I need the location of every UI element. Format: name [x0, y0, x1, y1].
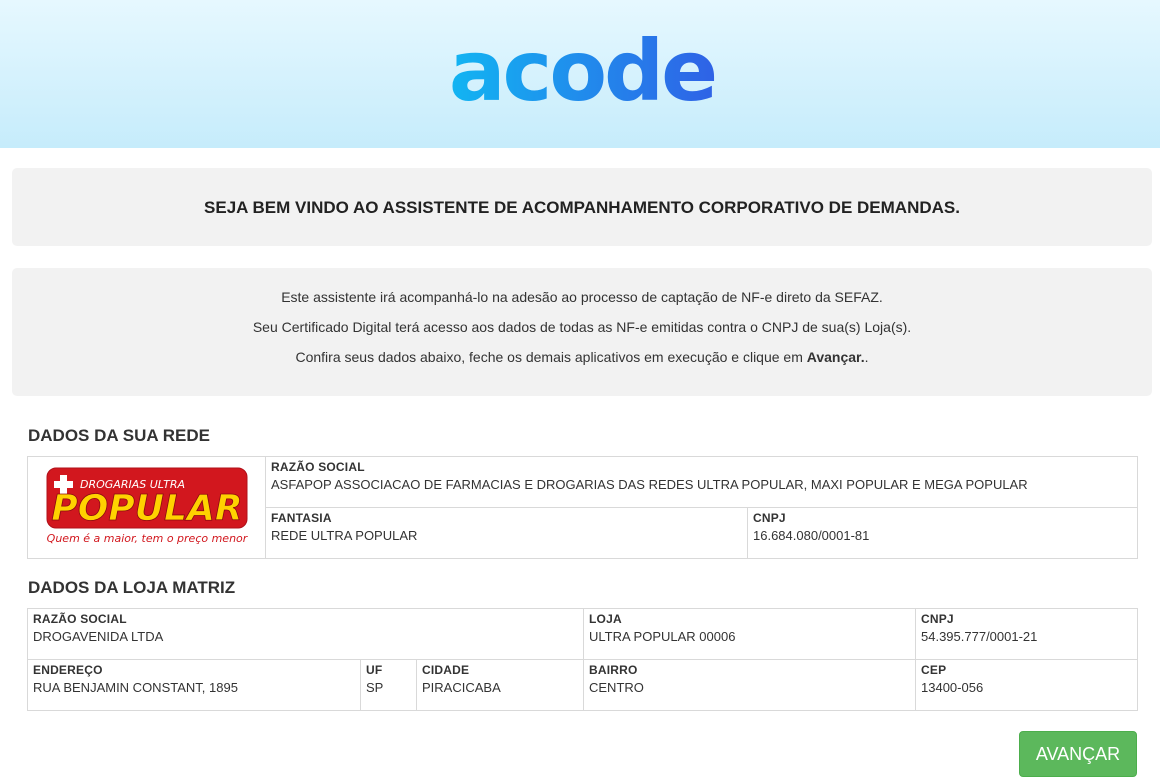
matriz-bairro-label: BAIRRO	[589, 663, 638, 677]
matriz-section-title: DADOS DA LOJA MATRIZ	[28, 578, 236, 597]
matriz-cep-label: CEP	[921, 663, 947, 677]
matriz-loja-label: LOJA	[589, 612, 622, 626]
avancar-button[interactable]: AVANÇAR	[1019, 731, 1137, 777]
rede-cnpj-cell: CNPJ 16.684.080/0001-81	[747, 507, 1138, 559]
rede-razao-social-cell: RAZÃO SOCIAL ASFAPOP ASSOCIACAO DE FARMA…	[265, 456, 1138, 508]
rede-logo-cell: DROGARIAS ULTRA POPULAR Quem é a maior, …	[27, 456, 266, 559]
logo-text: acode	[449, 34, 715, 114]
matriz-cnpj-label: CNPJ	[921, 612, 954, 626]
matriz-uf-cell: UF SP	[360, 659, 417, 711]
matriz-cep-value: 13400-056	[921, 680, 984, 695]
info-line-3-text: Confira seus dados abaixo, feche os dema…	[295, 349, 807, 365]
matriz-uf-label: UF	[366, 663, 383, 677]
matriz-endereco-cell: ENDEREÇO RUA BENJAMIN CONSTANT, 1895	[27, 659, 361, 711]
matriz-cidade-label: CIDADE	[422, 663, 470, 677]
matriz-loja-cell: LOJA ULTRA POPULAR 00006	[583, 608, 916, 660]
matriz-bairro-value: CENTRO	[589, 680, 644, 695]
rede-fantasia-cell: FANTASIA REDE ULTRA POPULAR	[265, 507, 748, 559]
matriz-razao-social-value: DROGAVENIDA LTDA	[33, 629, 164, 644]
welcome-panel: SEJA BEM VINDO AO ASSISTENTE DE ACOMPANH…	[12, 168, 1152, 246]
rede-table: DROGARIAS ULTRA POPULAR Quem é a maior, …	[27, 456, 1138, 559]
info-line-1: Este assistente irá acompanhá-lo na ades…	[281, 289, 883, 305]
rede-fantasia-label: FANTASIA	[271, 511, 332, 525]
matriz-cnpj-cell: CNPJ 54.395.777/0001-21	[915, 608, 1138, 660]
matriz-loja-value: ULTRA POPULAR 00006	[589, 629, 736, 644]
matriz-bairro-cell: BAIRRO CENTRO	[583, 659, 916, 711]
rede-razao-social-value: ASFAPOP ASSOCIACAO DE FARMACIAS E DROGAR…	[271, 477, 1028, 492]
matriz-razao-social-cell: RAZÃO SOCIAL DROGAVENIDA LTDA	[27, 608, 584, 660]
info-line-3: Confira seus dados abaixo, feche os dema…	[12, 349, 1152, 365]
info-line-2: Seu Certificado Digital terá acesso aos …	[252, 319, 912, 335]
matriz-cidade-cell: CIDADE PIRACICABA	[416, 659, 584, 711]
matriz-cidade-value: PIRACICABA	[422, 680, 501, 695]
info-line-3-bold: Avançar.	[806, 349, 865, 365]
matriz-cep-cell: CEP 13400-056	[915, 659, 1138, 711]
welcome-title: SEJA BEM VINDO AO ASSISTENTE DE ACOMPANH…	[204, 198, 960, 217]
matriz-endereco-value: RUA BENJAMIN CONSTANT, 1895	[33, 680, 238, 695]
info-panel: Este assistente irá acompanhá-lo na ades…	[12, 268, 1152, 396]
matriz-cnpj-value: 54.395.777/0001-21	[921, 629, 1038, 644]
ultra-popular-logo: DROGARIAS ULTRA POPULAR Quem é a maior, …	[46, 467, 248, 545]
matriz-endereco-label: ENDEREÇO	[33, 663, 103, 677]
matriz-uf-value: SP	[366, 680, 384, 695]
rede-cnpj-value: 16.684.080/0001-81	[753, 528, 870, 543]
logo-main-text: POPULAR	[51, 488, 242, 529]
matriz-razao-social-label: RAZÃO SOCIAL	[33, 612, 127, 626]
page-header: acode	[0, 0, 1160, 148]
logo-slogan: Quem é a maior, tem o preço menor	[46, 532, 248, 545]
rede-section-title: DADOS DA SUA REDE	[28, 426, 210, 445]
info-line-3-suffix: .	[864, 349, 869, 365]
rede-razao-social-label: RAZÃO SOCIAL	[271, 460, 365, 474]
rede-fantasia-value: REDE ULTRA POPULAR	[271, 528, 418, 543]
acode-logo: acode	[449, 34, 718, 114]
matriz-table: RAZÃO SOCIAL DROGAVENIDA LTDA LOJA ULTRA…	[27, 608, 1138, 711]
rede-cnpj-label: CNPJ	[753, 511, 786, 525]
